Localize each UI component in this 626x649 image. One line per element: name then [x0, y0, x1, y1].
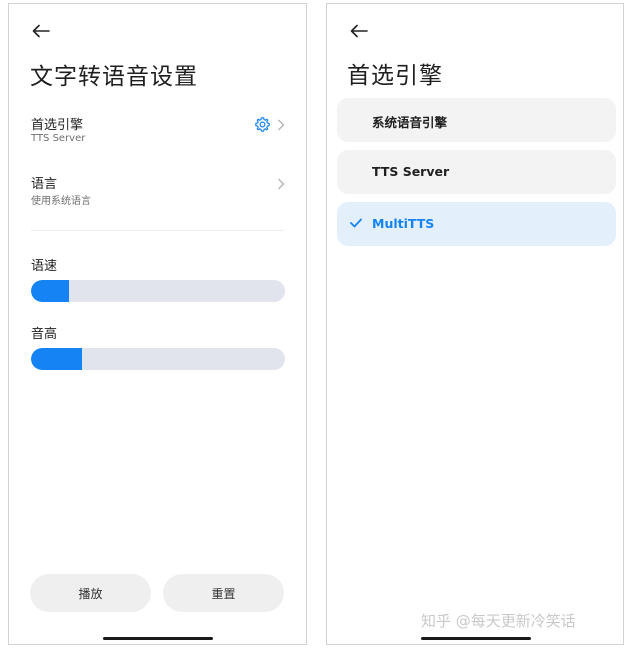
section-divider: [31, 230, 284, 231]
pitch-slider-fill: [31, 348, 82, 370]
preferred-engine-value: TTS Server: [31, 133, 86, 144]
back-button[interactable]: [347, 19, 371, 43]
page-title: 首选引擎: [347, 63, 443, 89]
engine-option-label: TTS Server: [372, 164, 450, 179]
speed-slider[interactable]: [31, 280, 285, 302]
engine-option-multitts[interactable]: MultiTTS: [337, 202, 616, 246]
engine-option-label: MultiTTS: [372, 216, 435, 231]
preferred-engine-row[interactable]: 首选引擎 TTS Server: [9, 110, 306, 160]
reset-button[interactable]: 重置: [163, 574, 284, 612]
home-indicator: [103, 637, 213, 640]
page-title: 文字转语音设置: [30, 64, 198, 90]
play-button[interactable]: 播放: [30, 574, 151, 612]
check-icon: [350, 218, 362, 228]
chevron-right-icon: [278, 178, 285, 190]
speed-slider-fill: [31, 280, 70, 302]
engine-option-system[interactable]: 系统语音引擎: [337, 98, 616, 142]
back-arrow-icon: [350, 24, 368, 38]
back-arrow-icon: [32, 24, 50, 38]
language-row[interactable]: 语言 使用系统语言: [9, 169, 306, 219]
pitch-label: 音高: [31, 327, 58, 342]
back-button[interactable]: [29, 19, 53, 43]
engine-option-tts-server[interactable]: TTS Server: [337, 150, 616, 194]
watermark: 知乎 @每天更新冷笑话: [421, 612, 576, 630]
tts-settings-screen: 文字转语音设置 首选引擎 TTS Server 语言 使用系统语言 语速 音高 …: [8, 3, 307, 645]
pitch-slider[interactable]: [31, 348, 285, 370]
preferred-engine-screen: 首选引擎 系统语音引擎 TTS Server MultiTTS: [326, 3, 624, 645]
speed-label: 语速: [31, 259, 58, 274]
language-title: 语言: [31, 177, 58, 192]
gear-icon[interactable]: [254, 116, 271, 133]
preferred-engine-title: 首选引擎: [31, 118, 84, 133]
language-value: 使用系统语言: [31, 196, 91, 207]
home-indicator: [421, 637, 531, 640]
chevron-right-icon: [278, 119, 285, 131]
engine-option-label: 系统语音引擎: [372, 115, 448, 130]
